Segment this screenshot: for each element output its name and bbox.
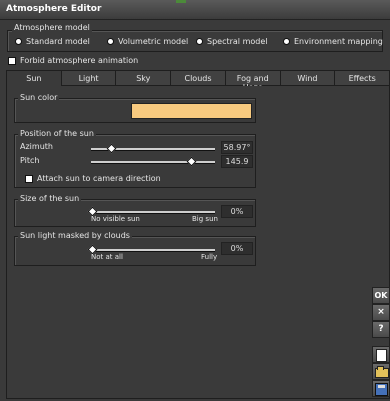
radio-volumetric-model[interactable]: Volumetric model [107, 37, 188, 46]
open-folder-button[interactable] [372, 363, 390, 380]
title-bar: Atmosphere Editor [0, 0, 390, 20]
checkbox-label: Attach sun to camera direction [37, 174, 161, 183]
attach-sun-checkbox[interactable]: Attach sun to camera direction [25, 174, 161, 183]
checkbox-label: Forbid atmosphere animation [20, 56, 139, 65]
tab-fog-and-haze[interactable]: Fog and Haze [225, 70, 281, 92]
sun-position-label: Position of the sun [18, 129, 96, 138]
save-icon [375, 383, 388, 396]
pitch-value[interactable]: 145.9 [221, 155, 253, 168]
radio-dot-icon [107, 38, 114, 45]
masked-by-clouds-label: Sun light masked by clouds [18, 231, 132, 240]
radio-label: Volumetric model [118, 37, 189, 46]
tab-sun[interactable]: Sun [6, 70, 62, 86]
sun-size-label: Size of the sun [18, 194, 82, 203]
masked-by-clouds-slider[interactable] [91, 249, 215, 252]
tab-clouds[interactable]: Clouds [171, 70, 226, 86]
help-button[interactable]: ? [372, 321, 390, 338]
azimuth-value[interactable]: 58.97° [221, 141, 253, 154]
ok-button[interactable]: OK [372, 287, 390, 304]
atmosphere-model-label: Atmosphere model [12, 23, 92, 32]
forbid-animation-checkbox[interactable]: Forbid atmosphere animation [8, 56, 138, 65]
radio-label: Spectral model [207, 37, 268, 46]
tab-sky[interactable]: Sky [116, 70, 172, 86]
sun-size-slider[interactable] [91, 211, 215, 214]
save-button[interactable] [372, 380, 390, 397]
checkbox-box [8, 56, 16, 65]
sun-size-max-label: Big sun [192, 215, 218, 223]
tab-bar: Sun Light Sky Clouds Fog and Haze Wind E… [6, 70, 390, 92]
checkbox-box [25, 174, 33, 183]
tab-effects[interactable]: Effects [335, 70, 390, 86]
tab-light[interactable]: Light [61, 70, 117, 86]
new-document-button[interactable] [372, 346, 390, 363]
folder-icon [375, 366, 389, 378]
pitch-label: Pitch [20, 156, 40, 165]
sun-size-value[interactable]: 0% [221, 205, 253, 218]
masked-max-label: Fully [201, 253, 218, 261]
window-title: Atmosphere Editor [6, 4, 102, 14]
radio-label: Standard model [26, 37, 90, 46]
radio-dot-icon [283, 38, 290, 45]
document-icon [376, 349, 387, 362]
masked-by-clouds-value[interactable]: 0% [221, 242, 253, 255]
radio-label: Environment mapping [294, 37, 383, 46]
masked-min-label: Not at all [91, 253, 123, 261]
sun-size-min-label: No visible sun [91, 215, 140, 223]
radio-spectral-model[interactable]: Spectral model [196, 37, 267, 46]
sun-color-label: Sun color [18, 93, 60, 102]
radio-dot-icon [15, 38, 22, 45]
azimuth-label: Azimuth [20, 142, 53, 151]
close-button[interactable]: × [372, 304, 390, 321]
radio-standard-model[interactable]: Standard model [15, 37, 90, 46]
tab-wind[interactable]: Wind [280, 70, 336, 86]
title-accent [176, 0, 186, 3]
radio-dot-icon [196, 38, 203, 45]
radio-environment-mapping[interactable]: Environment mapping [283, 37, 383, 46]
sun-color-swatch[interactable] [131, 103, 252, 119]
